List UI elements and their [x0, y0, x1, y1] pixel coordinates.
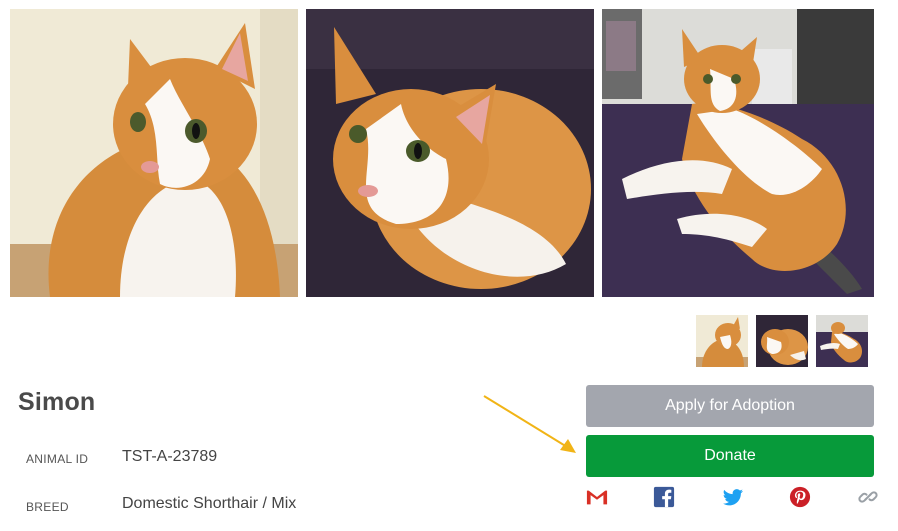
pet-name: Simon	[18, 388, 96, 416]
breed-label: BREED	[26, 500, 69, 514]
pet-thumbnail-2[interactable]	[756, 315, 808, 367]
pet-photo-1[interactable]	[10, 9, 298, 297]
facebook-icon[interactable]	[653, 486, 675, 508]
pet-photo-2[interactable]	[306, 9, 594, 297]
link-icon[interactable]	[857, 486, 879, 508]
animal-id-value: TST-A-23789	[122, 448, 218, 465]
twitter-icon[interactable]	[722, 486, 744, 508]
pet-thumbnail-1[interactable]	[696, 315, 748, 367]
animal-id-label: ANIMAL ID	[26, 452, 89, 466]
annotation-arrow-icon	[483, 395, 576, 453]
pet-photo-3[interactable]	[602, 9, 874, 297]
apply-for-adoption-button[interactable]: Apply for Adoption	[586, 385, 874, 427]
share-row	[586, 486, 879, 508]
pinterest-icon[interactable]	[789, 486, 811, 508]
gmail-icon[interactable]	[586, 486, 608, 508]
pet-thumbnail-3[interactable]	[816, 315, 868, 367]
donate-button[interactable]: Donate	[586, 435, 874, 477]
breed-value: Domestic Shorthair / Mix	[122, 495, 297, 512]
